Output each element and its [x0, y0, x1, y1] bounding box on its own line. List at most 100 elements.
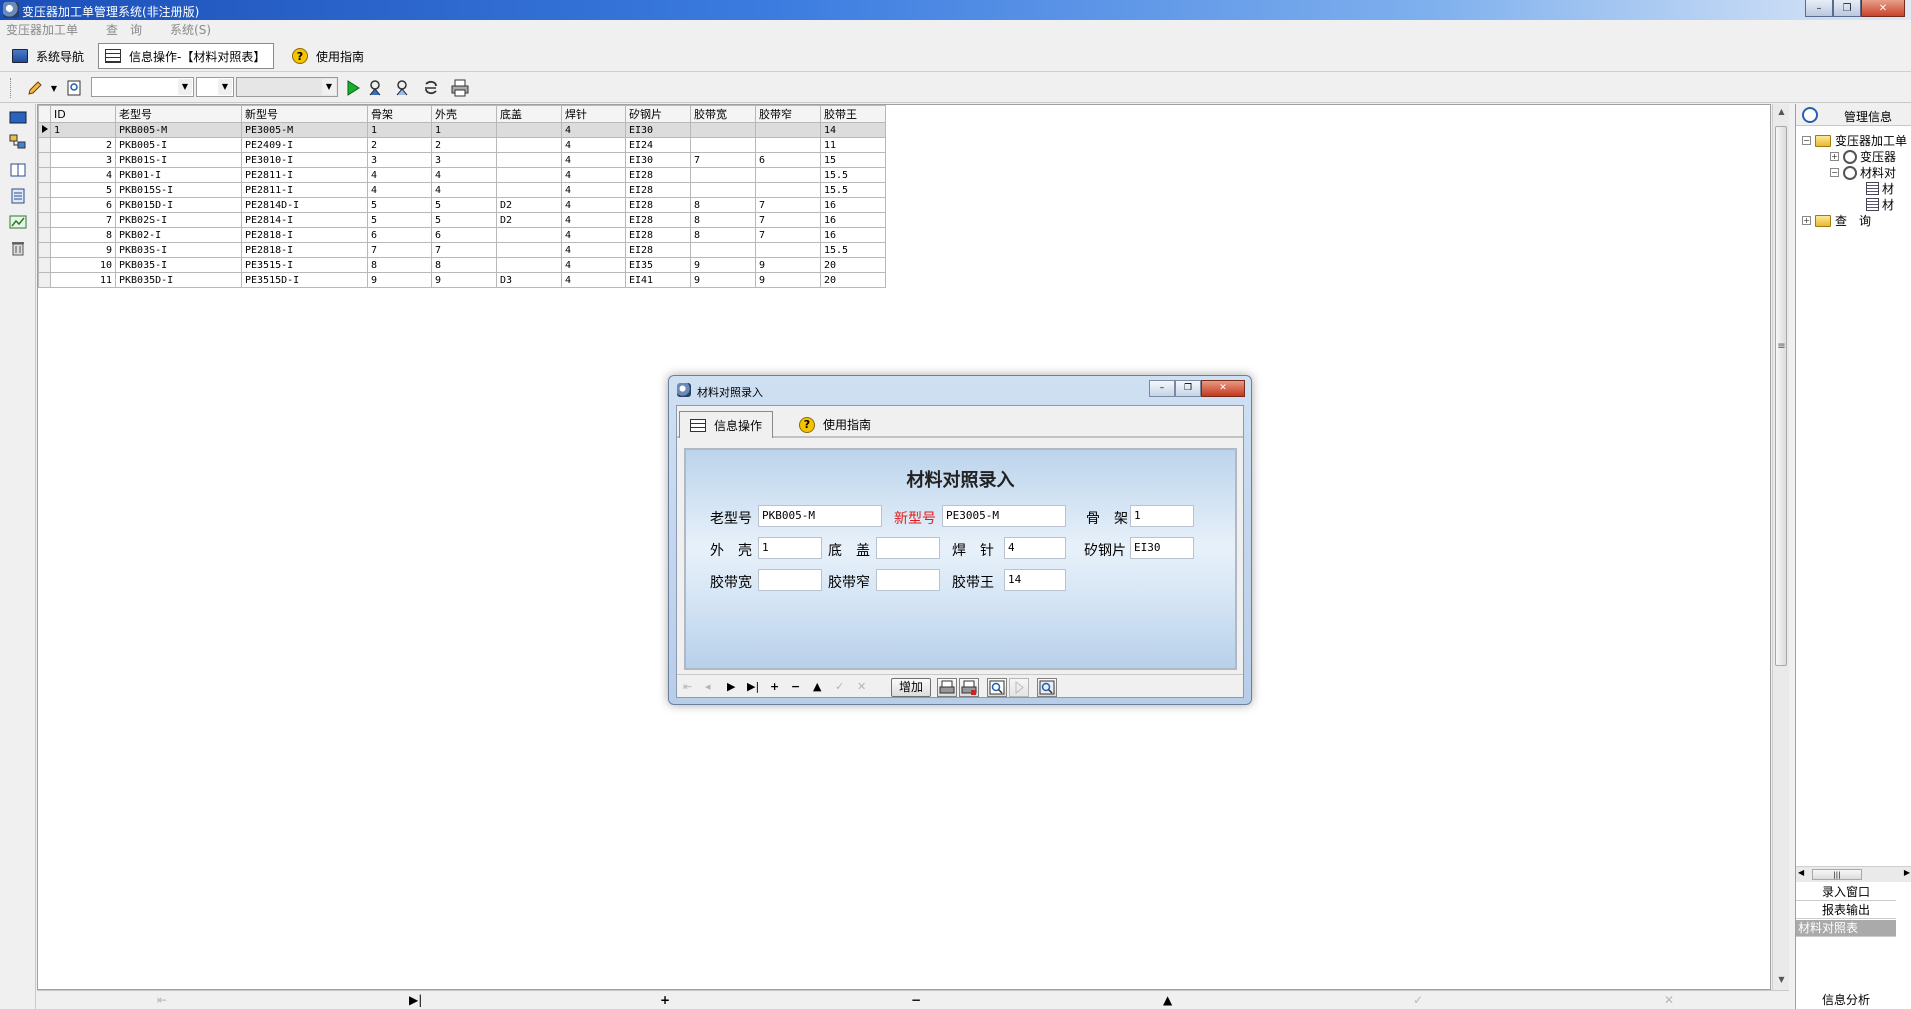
minimize-button[interactable]: –: [1805, 0, 1833, 17]
print-icon[interactable]: [448, 78, 472, 98]
cell-pin[interactable]: 4: [561, 272, 626, 288]
tab-material-table[interactable]: 材料对照表: [1796, 920, 1896, 937]
network-icon[interactable]: [9, 134, 27, 150]
collapse-icon[interactable]: −: [1830, 168, 1839, 177]
scrollbar-thumb[interactable]: |||: [1812, 869, 1862, 880]
table-row[interactable]: 2 PKB005-I PE2409-I 2 2 4 EI24 11: [38, 137, 886, 153]
cell-tape-narrow[interactable]: [755, 167, 821, 183]
trash-icon[interactable]: [9, 240, 27, 256]
shell-field[interactable]: 1: [758, 537, 822, 559]
cell-old-model[interactable]: PKB035-I: [115, 257, 242, 273]
cell-id[interactable]: 9: [50, 242, 116, 258]
row-indicator[interactable]: [38, 197, 51, 213]
cell-pin[interactable]: 4: [561, 137, 626, 153]
cell-frame[interactable]: 8: [367, 257, 432, 273]
cell-silicon-steel[interactable]: EI28: [625, 212, 691, 228]
cell-frame[interactable]: 6: [367, 227, 432, 243]
prior-record-icon[interactable]: ◂: [705, 680, 711, 693]
tree-node-transformer[interactable]: + 变压器: [1830, 148, 1896, 165]
table-row[interactable]: 8 PKB02-I PE2818-I 6 6 4 EI28 8 7 16: [38, 227, 886, 243]
cell-pin[interactable]: 4: [561, 212, 626, 228]
row-indicator[interactable]: [38, 167, 51, 183]
cancel-record-icon[interactable]: ✕: [1664, 993, 1674, 1007]
cell-shell[interactable]: 5: [431, 212, 497, 228]
tab-user-guide[interactable]: ? 使用指南: [286, 43, 370, 69]
dialog-tab-info[interactable]: 信息操作: [679, 411, 774, 438]
edit-record-icon[interactable]: ▲: [1163, 993, 1172, 1007]
tree-node-root[interactable]: − 变压器加工单: [1802, 132, 1907, 149]
print-icon[interactable]: [937, 678, 957, 697]
cell-tape-narrow[interactable]: 9: [755, 272, 821, 288]
cell-frame[interactable]: 5: [367, 212, 432, 228]
cell-old-model[interactable]: PKB015S-I: [115, 182, 242, 198]
last-record-icon[interactable]: ▶|: [747, 680, 759, 693]
tab-system-nav[interactable]: 系统导航: [6, 43, 90, 69]
cell-pin[interactable]: 4: [561, 197, 626, 213]
cell-silicon-steel[interactable]: EI28: [625, 167, 691, 183]
book-icon[interactable]: [9, 162, 27, 178]
cell-shell[interactable]: 2: [431, 137, 497, 153]
cell-cover[interactable]: [496, 152, 562, 168]
row-indicator[interactable]: [38, 212, 51, 228]
tree-node-query[interactable]: + 查 询: [1802, 212, 1871, 229]
cell-tape-narrow[interactable]: 9: [755, 257, 821, 273]
column-header-cover[interactable]: 底盖: [496, 105, 562, 123]
row-indicator[interactable]: [38, 272, 51, 288]
print-preview-icon[interactable]: [959, 678, 979, 697]
monitor-icon[interactable]: [9, 110, 27, 126]
scroll-right-icon[interactable]: ▶: [1904, 868, 1910, 877]
cell-tape-king[interactable]: 16: [820, 197, 886, 213]
cell-tape-wide[interactable]: 8: [690, 212, 756, 228]
cell-tape-narrow[interactable]: [755, 242, 821, 258]
cell-old-model[interactable]: PKB03S-I: [115, 242, 242, 258]
cell-tape-king[interactable]: 15.5: [820, 182, 886, 198]
cell-tape-wide[interactable]: [690, 122, 756, 138]
dialog-minimize-button[interactable]: –: [1149, 380, 1175, 397]
cell-tape-wide[interactable]: [690, 242, 756, 258]
vertical-scrollbar[interactable]: ▲ ≡ ▼: [1772, 104, 1789, 990]
cell-pin[interactable]: 4: [561, 242, 626, 258]
cell-id[interactable]: 1: [50, 122, 116, 138]
scroll-up-icon[interactable]: ▲: [1773, 104, 1790, 120]
collapse-icon[interactable]: −: [1802, 136, 1811, 145]
cell-cover[interactable]: [496, 167, 562, 183]
cell-tape-king[interactable]: 16: [820, 212, 886, 228]
cell-frame[interactable]: 4: [367, 182, 432, 198]
column-header-old-model[interactable]: 老型号: [115, 105, 242, 123]
tab-report-output[interactable]: 报表输出: [1796, 902, 1896, 919]
column-header-new-model[interactable]: 新型号: [241, 105, 368, 123]
dialog-restore-button[interactable]: ❐: [1175, 380, 1201, 397]
cell-silicon-steel[interactable]: EI41: [625, 272, 691, 288]
cell-new-model[interactable]: PE3515-I: [241, 257, 368, 273]
tree-node-material-entry[interactable]: 材: [1866, 196, 1894, 213]
cover-field[interactable]: [876, 537, 940, 559]
cell-shell[interactable]: 8: [431, 257, 497, 273]
dialog-tab-help[interactable]: ? 使用指南: [789, 411, 881, 438]
cell-id[interactable]: 11: [50, 272, 116, 288]
edit-record-icon[interactable]: ▲: [813, 680, 821, 693]
cell-old-model[interactable]: PKB035D-I: [115, 272, 242, 288]
cell-tape-narrow[interactable]: 7: [755, 227, 821, 243]
cell-pin[interactable]: 4: [561, 167, 626, 183]
cell-frame[interactable]: 4: [367, 167, 432, 183]
dialog-close-button[interactable]: ✕: [1201, 380, 1245, 397]
cell-shell[interactable]: 6: [431, 227, 497, 243]
cell-old-model[interactable]: PKB005-I: [115, 137, 242, 153]
cell-tape-wide[interactable]: 7: [690, 152, 756, 168]
cell-frame[interactable]: 3: [367, 152, 432, 168]
cell-tape-narrow[interactable]: [755, 137, 821, 153]
cell-id[interactable]: 6: [50, 197, 116, 213]
first-record-icon[interactable]: ⇤: [683, 680, 692, 693]
next-page-icon[interactable]: [1009, 678, 1029, 697]
table-row[interactable]: 3 PKB01S-I PE3010-I 3 3 4 EI30 7 6 15: [38, 152, 886, 168]
cell-tape-narrow[interactable]: [755, 122, 821, 138]
restore-button[interactable]: ❐: [1833, 0, 1861, 17]
cell-new-model[interactable]: PE2814-I: [241, 212, 368, 228]
cell-cover[interactable]: [496, 137, 562, 153]
last-record-icon[interactable]: ▶|: [409, 993, 422, 1007]
row-indicator[interactable]: [38, 182, 51, 198]
cell-old-model[interactable]: PKB01-I: [115, 167, 242, 183]
table-row[interactable]: 10 PKB035-I PE3515-I 8 8 4 EI35 9 9 20: [38, 257, 886, 273]
filter-value-select[interactable]: ▼: [236, 77, 338, 97]
delete-record-icon[interactable]: −: [791, 680, 800, 693]
